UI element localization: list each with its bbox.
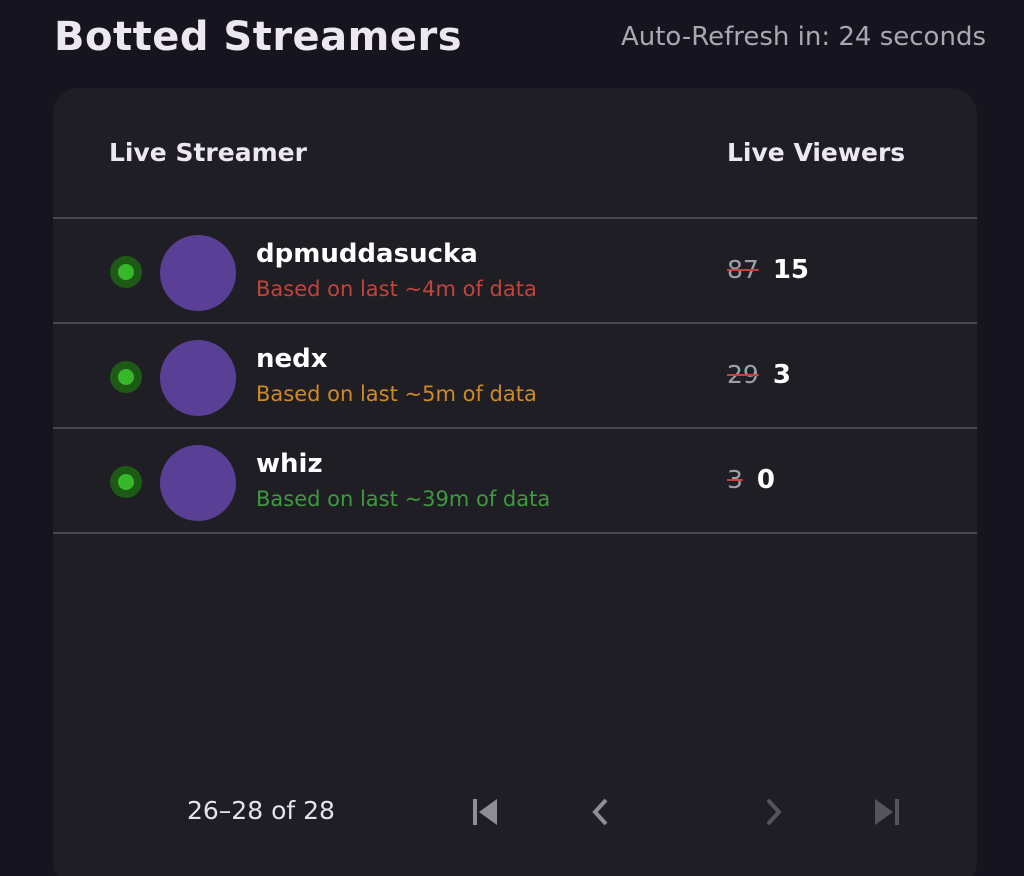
table-row[interactable]: whiz Based on last ~39m of data 3 0	[53, 429, 977, 534]
next-page-button[interactable]	[753, 792, 793, 832]
chevron-right-icon	[766, 798, 782, 826]
viewer-counts: 3 0	[727, 465, 775, 495]
page-title: Botted Streamers	[54, 14, 463, 60]
previous-viewer-count: 29	[727, 360, 759, 389]
avatar[interactable]	[160, 235, 236, 311]
last-page-icon	[875, 799, 899, 825]
adjusted-viewer-count: 3	[772, 360, 791, 390]
streamers-table-card: Live Streamer Live Viewers dpmuddasucka …	[53, 88, 977, 876]
live-status-icon	[110, 256, 142, 288]
streamer-name[interactable]: nedx	[256, 344, 328, 374]
pagination-bar: 26–28 of 28	[53, 788, 977, 836]
column-header-live-streamer[interactable]: Live Streamer	[109, 138, 307, 167]
previous-page-button[interactable]	[581, 792, 621, 832]
table-header-row: Live Streamer Live Viewers	[53, 88, 977, 219]
first-page-button[interactable]	[465, 792, 505, 832]
chevron-left-icon	[592, 798, 608, 826]
first-page-icon	[473, 799, 497, 825]
data-window-note: Based on last ~4m of data	[256, 277, 537, 301]
avatar[interactable]	[160, 340, 236, 416]
previous-viewer-count: 3	[727, 465, 743, 494]
previous-viewer-count: 87	[727, 255, 759, 284]
table-row[interactable]: nedx Based on last ~5m of data 29 3	[53, 324, 977, 429]
viewer-counts: 87 15	[727, 255, 809, 285]
viewer-counts: 29 3	[727, 360, 791, 390]
column-header-live-viewers[interactable]: Live Viewers	[727, 138, 905, 167]
pagination-range: 26–28 of 28	[187, 796, 335, 825]
adjusted-viewer-count: 15	[772, 255, 809, 285]
streamer-name[interactable]: dpmuddasucka	[256, 239, 478, 269]
streamer-name[interactable]: whiz	[256, 449, 323, 479]
data-window-note: Based on last ~5m of data	[256, 382, 537, 406]
live-status-icon	[110, 466, 142, 498]
avatar[interactable]	[160, 445, 236, 521]
botted-streamers-page: Botted Streamers Auto-Refresh in: 24 sec…	[0, 0, 1024, 876]
last-page-button[interactable]	[867, 792, 907, 832]
data-window-note: Based on last ~39m of data	[256, 487, 551, 511]
table-row[interactable]: dpmuddasucka Based on last ~4m of data 8…	[53, 219, 977, 324]
auto-refresh-countdown: Auto-Refresh in: 24 seconds	[620, 22, 986, 52]
adjusted-viewer-count: 0	[756, 465, 775, 495]
live-status-icon	[110, 361, 142, 393]
